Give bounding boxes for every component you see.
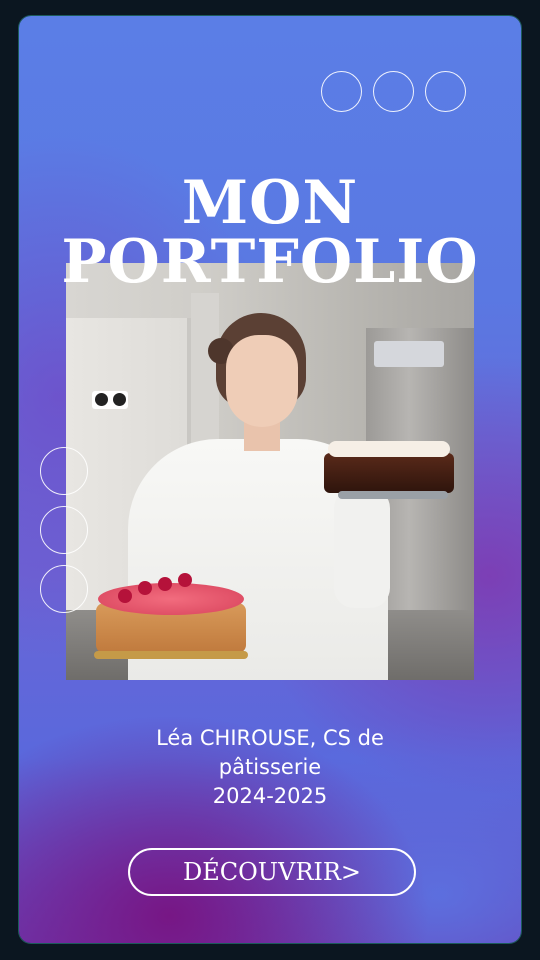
discover-button[interactable]: DÉCOUVRIR>: [128, 848, 416, 896]
ring-icon: [373, 71, 414, 112]
author-info: Léa CHIROUSE, CS de pâtisserie 2024-2025: [19, 724, 521, 811]
chef-photo: [66, 263, 474, 680]
course-name: pâtisserie: [218, 755, 322, 779]
title-line-2: PORTFOLIO: [61, 226, 479, 297]
ring-icon: [321, 71, 362, 112]
author-name: Léa CHIROUSE, CS de: [156, 726, 384, 750]
ring-icon: [40, 506, 88, 554]
left-decorative-rings: [40, 447, 88, 613]
top-decorative-rings: [321, 71, 466, 112]
ring-icon: [40, 447, 88, 495]
chocolate-cake: [324, 453, 454, 493]
page-title: MON PORTFOLIO: [19, 168, 521, 297]
portfolio-card: MON PORTFOLIO Léa CHIROUSE, CS de pâtiss…: [19, 16, 521, 943]
ring-icon: [425, 71, 466, 112]
school-year: 2024-2025: [212, 784, 328, 808]
title-line-1: MON: [181, 168, 359, 238]
ring-icon: [40, 565, 88, 613]
